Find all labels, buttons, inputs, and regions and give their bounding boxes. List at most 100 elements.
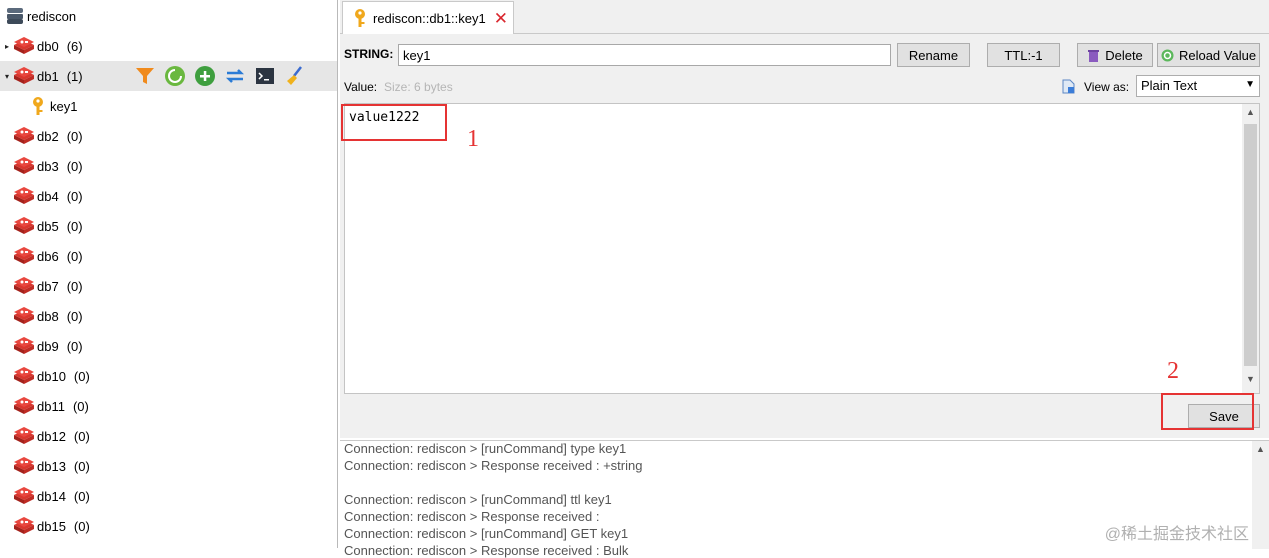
log-line: Connection: rediscon > Response received…	[344, 509, 600, 524]
reload-label: Reload Value	[1178, 47, 1257, 63]
db-key-count: (0)	[66, 308, 83, 324]
value-textarea[interactable]: value1222 ▲ ▼	[344, 103, 1260, 394]
reload-icon	[1161, 49, 1174, 61]
db-toolbar	[134, 65, 306, 87]
db-name: db11	[37, 398, 65, 414]
add-icon[interactable]	[194, 65, 216, 87]
tree-server-row[interactable]: rediscon	[0, 1, 337, 31]
db-key-count: (0)	[66, 278, 83, 294]
close-icon[interactable]: ✕	[494, 10, 508, 27]
reload-icon[interactable]	[164, 65, 186, 87]
reload-value-button[interactable]: Reload Value	[1157, 43, 1260, 67]
db-key-count: (0)	[73, 368, 90, 384]
log-line: Connection: rediscon > [runCommand] ttl …	[344, 492, 612, 507]
tree-db-row[interactable]: db7 (0)	[0, 271, 337, 301]
redis-db-icon	[14, 187, 34, 204]
redis-db-icon	[14, 37, 34, 54]
db-name: db6	[37, 248, 59, 264]
value-editor-panel: STRING: Rename TTL:-1 Delete Reload Valu…	[340, 34, 1269, 438]
redis-db-icon	[14, 247, 34, 264]
tree-db-row[interactable]: db3 (0)	[0, 151, 337, 181]
db-name: db1	[37, 68, 59, 84]
server-name: rediscon	[27, 8, 77, 24]
tree-db-row[interactable]: db8 (0)	[0, 301, 337, 331]
key-name-input[interactable]	[398, 44, 891, 66]
log-scrollbar[interactable]: ▲	[1252, 441, 1269, 549]
tab-key1[interactable]: rediscon::db1::key1 ✕	[342, 1, 514, 34]
db-name: db7	[37, 278, 59, 294]
tree-db-row[interactable]: db4 (0)	[0, 181, 337, 211]
server-icon	[7, 8, 23, 24]
redis-db-icon	[14, 157, 34, 174]
db-name: db0	[37, 38, 59, 54]
db-key-count: (0)	[66, 338, 83, 354]
db-key-count: (1)	[66, 68, 83, 84]
redis-db-icon	[14, 67, 34, 84]
refresh-icon[interactable]	[224, 65, 246, 87]
rename-button[interactable]: Rename	[897, 43, 970, 67]
tree-db-row[interactable]: db12 (0)	[0, 421, 337, 451]
scroll-thumb[interactable]	[1244, 124, 1257, 366]
type-label: STRING:	[344, 47, 394, 61]
broom-icon[interactable]	[284, 65, 306, 87]
value-scrollbar[interactable]: ▲ ▼	[1242, 104, 1259, 393]
redis-db-icon	[14, 487, 34, 504]
redis-db-icon	[14, 427, 34, 444]
trash-icon	[1088, 49, 1100, 62]
db-name: db12	[37, 428, 66, 444]
filter-icon[interactable]	[134, 65, 156, 87]
tree-db-row[interactable]: db5 (0)	[0, 211, 337, 241]
annotation-number-2: 2	[1167, 358, 1179, 384]
tree-db-row[interactable]: db13 (0)	[0, 451, 337, 481]
tree-db-row[interactable]: db14 (0)	[0, 481, 337, 511]
annotation-box-2	[1161, 393, 1254, 430]
console-log: Connection: rediscon > [runCommand] type…	[340, 440, 1269, 558]
redis-db-icon	[14, 367, 34, 384]
db-name: db5	[37, 218, 59, 234]
tree-db-row[interactable]: db11 (0)	[0, 391, 337, 421]
tree-db-row[interactable]: db9 (0)	[0, 331, 337, 361]
tree-db-row[interactable]: db15 (0)	[0, 511, 337, 541]
tree-key-row[interactable]: key1	[0, 91, 337, 121]
redis-db-icon	[14, 307, 34, 324]
db-name: db3	[37, 158, 59, 174]
tree-db-row[interactable]: db2 (0)	[0, 121, 337, 151]
redis-db-icon	[14, 517, 34, 534]
chevron-down-icon: ▼	[1245, 79, 1255, 90]
db-name: db9	[37, 338, 59, 354]
scroll-up-icon[interactable]: ▲	[1242, 107, 1259, 123]
key-label: key1	[50, 98, 78, 114]
expand-right-icon[interactable]: ▸	[2, 42, 12, 51]
connection-tree: rediscon ▸ db0 (6) ▾ db1 (1) key1 db2 (0) db3 (0) d…	[0, 0, 338, 548]
db-key-count: (0)	[73, 428, 90, 444]
tab-label: rediscon::db1::key1	[373, 10, 486, 26]
scroll-up-icon[interactable]: ▲	[1252, 444, 1269, 460]
redis-db-icon	[14, 127, 34, 144]
document-icon	[1062, 79, 1075, 94]
db-key-count: (0)	[66, 188, 83, 204]
key-icon	[33, 97, 43, 115]
delete-button[interactable]: Delete	[1077, 43, 1153, 67]
db-name: db4	[37, 188, 59, 204]
db-key-count: (0)	[73, 458, 90, 474]
db-key-count: (0)	[66, 248, 83, 264]
ttl-button[interactable]: TTL:-1	[987, 43, 1060, 67]
viewas-label: View as:	[1084, 80, 1130, 94]
db-key-count: (0)	[73, 488, 90, 504]
scroll-down-icon[interactable]: ▼	[1242, 374, 1259, 390]
log-line: Connection: rediscon > [runCommand] GET …	[344, 526, 629, 541]
tree-db-row[interactable]: db10 (0)	[0, 361, 337, 391]
db-key-count: (6)	[66, 38, 83, 54]
expand-down-icon[interactable]: ▾	[2, 72, 12, 81]
tree-db-row[interactable]: ▾ db1 (1)	[0, 61, 337, 91]
tree-db-row[interactable]: ▸ db0 (6)	[0, 31, 337, 61]
log-line: Connection: rediscon > Response received…	[344, 543, 629, 558]
key-icon	[355, 9, 365, 27]
console-icon[interactable]	[254, 65, 276, 87]
redis-db-icon	[14, 457, 34, 474]
tree-db-row[interactable]: db6 (0)	[0, 241, 337, 271]
db-key-count: (0)	[66, 158, 83, 174]
viewas-select[interactable]: Plain Text ▼	[1136, 75, 1260, 97]
redis-db-icon	[14, 217, 34, 234]
viewas-selected: Plain Text	[1141, 78, 1198, 93]
